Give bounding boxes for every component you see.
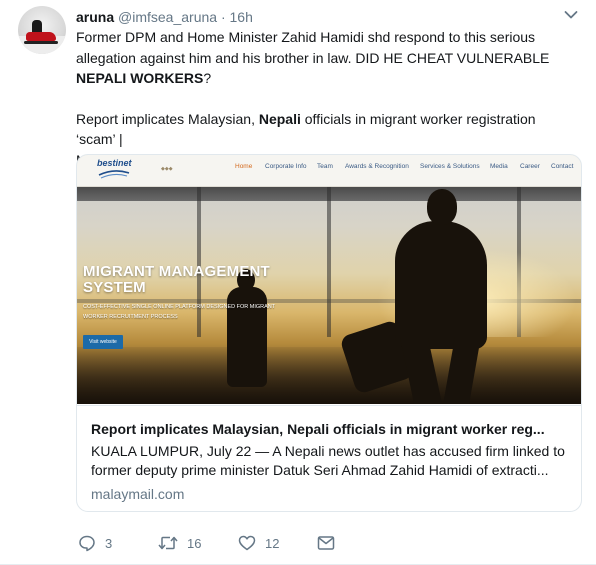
- card-description: KUALA LUMPUR, July 22 — A Nepali news ou…: [91, 442, 567, 480]
- hero-headline: MIGRANT MANAGEMENT SYSTEM: [83, 264, 270, 296]
- link-prefix: Report implicates Malaysian,: [76, 110, 259, 127]
- link-bold: Nepali: [258, 110, 301, 127]
- avatar-ski: [24, 41, 58, 44]
- card-domain: malaymail.com: [91, 486, 185, 502]
- visit-website-button: Visit website: [83, 335, 123, 349]
- avatar[interactable]: [18, 6, 66, 54]
- question-mark: ?: [203, 70, 212, 86]
- bold-phrase: NEPALI WORKERS: [76, 70, 204, 86]
- tweet-line-3: NEPALI WORKERS?: [76, 68, 576, 89]
- site-nav-awards: Awards & Recognition: [345, 163, 409, 170]
- retweet-icon: [158, 536, 178, 550]
- site-nav-services: Services & Solutions: [420, 163, 480, 170]
- hero-headline-line-2: SYSTEM: [83, 279, 146, 296]
- card-image[interactable]: bestinet ◆◆◆ Home Corporate Info Team Aw…: [77, 155, 581, 404]
- chevron-down-icon[interactable]: [564, 10, 578, 20]
- card-description-line-2: former deputy prime minister Datuk Seri …: [91, 462, 549, 478]
- site-nav-home: Home: [235, 163, 253, 170]
- retweet-count: 16: [187, 535, 202, 551]
- site-logo-small-icon: ◆◆◆: [161, 166, 173, 172]
- reply-count: 3: [105, 535, 113, 551]
- card-description-line-1: KUALA LUMPUR, July 22 — A Nepali news ou…: [91, 443, 565, 459]
- like-icon: [238, 535, 256, 551]
- tweet-header: aruna @imfsea_aruna · 16h: [76, 8, 253, 26]
- tweet-line-1: Former DPM and Home Minister Zahid Hamid…: [76, 29, 536, 45]
- tweet-actions: 3 16 12: [76, 532, 376, 554]
- hero-subtext-line-2: WORKER RECRUITMENT PROCESS: [83, 314, 178, 320]
- site-nav-career: Career: [520, 163, 540, 170]
- site-nav-corporate: Corporate Info: [265, 163, 307, 170]
- tweet-line-2: allegation against him and his brother i…: [76, 49, 550, 66]
- user-handle[interactable]: @imfsea_aruna: [118, 9, 217, 25]
- display-name[interactable]: aruna: [76, 9, 114, 25]
- site-nav-contact: Contact: [551, 163, 574, 170]
- hero-photo: MIGRANT MANAGEMENT SYSTEM COST-EFFECTIVE…: [77, 187, 581, 404]
- reply-icon: [79, 535, 95, 552]
- link-card[interactable]: bestinet ◆◆◆ Home Corporate Info Team Aw…: [76, 154, 582, 512]
- like-count: 12: [265, 535, 280, 551]
- hero-subtext-line-1: COST-EFFECTIVE SINGLE ONLINE PLATFORM DE…: [83, 304, 276, 310]
- tweet-text: Former DPM and Home Minister Zahid Hamid…: [76, 27, 576, 170]
- message-icon: [317, 536, 335, 550]
- timestamp[interactable]: 16h: [230, 9, 253, 25]
- site-nav-items: Home Corporate Info Team Awards & Recogn…: [235, 163, 579, 170]
- card-title[interactable]: Report implicates Malaysian, Nepali offi…: [91, 420, 567, 438]
- direct-message-button[interactable]: [317, 532, 335, 554]
- avatar-snowmobile: [26, 32, 56, 41]
- tweet-link-text[interactable]: Report implicates Malaysian, Nepali offi…: [76, 109, 576, 150]
- site-logo-text: bestinet: [97, 158, 132, 168]
- site-nav-bar: bestinet ◆◆◆ Home Corporate Info Team Aw…: [77, 155, 581, 187]
- card-body[interactable]: Report implicates Malaysian, Nepali offi…: [77, 405, 581, 503]
- hero-headline-line-1: MIGRANT MANAGEMENT: [83, 263, 270, 280]
- like-button[interactable]: 12: [238, 532, 279, 554]
- separator: ·: [220, 9, 226, 25]
- retweet-button[interactable]: 16: [158, 532, 201, 554]
- reply-button[interactable]: 3: [78, 532, 112, 554]
- site-nav-media: Media: [490, 163, 508, 170]
- hero-subtext: COST-EFFECTIVE SINGLE ONLINE PLATFORM DE…: [83, 302, 323, 322]
- site-nav-team: Team: [317, 163, 333, 170]
- tweet[interactable]: aruna @imfsea_aruna · 16h Former DPM and…: [0, 0, 596, 565]
